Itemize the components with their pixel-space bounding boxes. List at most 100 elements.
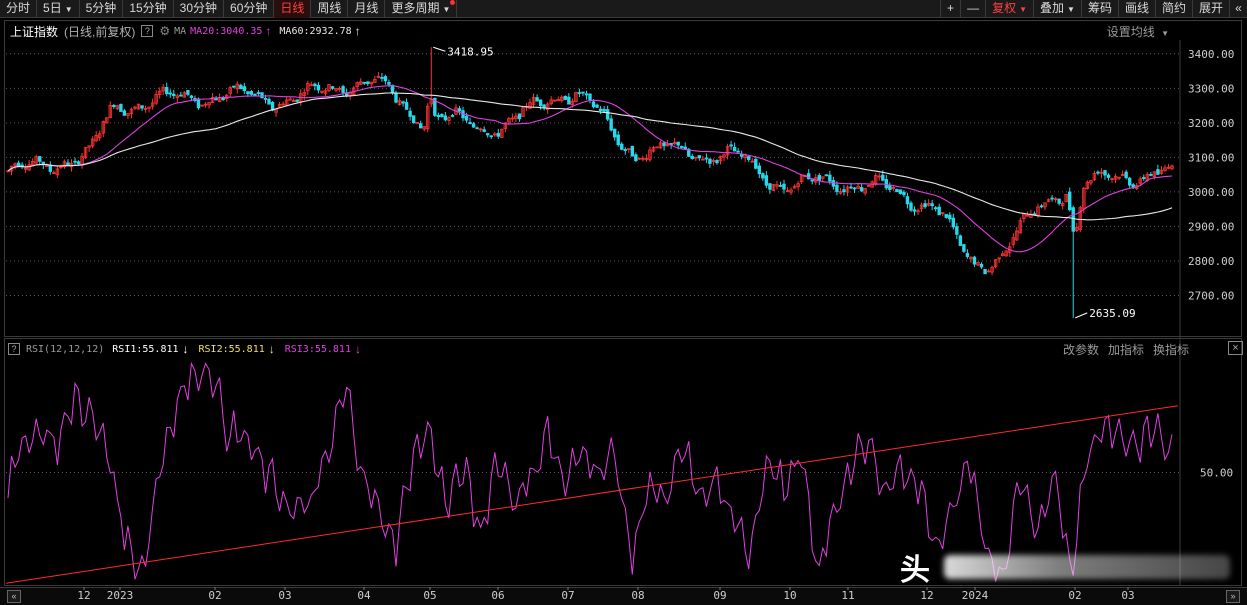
ma60-line <box>7 92 1173 221</box>
chart-canvas: 3400.00 3300.00 3200.00 3100.00 3000.00 2900.… <box>5 40 1234 602</box>
date-tick-label: 06 <box>491 589 504 602</box>
candle-body <box>852 187 857 190</box>
candle-body <box>186 90 190 95</box>
date-tick-label: 04 <box>357 589 371 602</box>
candle-body <box>881 174 885 181</box>
candle-body <box>951 217 956 228</box>
candle-body <box>708 158 712 164</box>
price-tick-label: 2700.00 <box>1188 289 1234 302</box>
candle-body <box>754 158 758 169</box>
candle-body <box>835 184 839 192</box>
help-icon[interactable]: ? <box>8 343 20 355</box>
candle-body <box>239 84 243 90</box>
gear-icon[interactable]: ⚙ <box>159 24 170 38</box>
candle-body <box>581 91 585 94</box>
candle-body <box>605 109 610 120</box>
candle-body <box>380 77 384 79</box>
candle-body <box>1124 171 1128 179</box>
candle-body <box>436 114 441 118</box>
candle-body <box>598 108 603 112</box>
candle-body <box>690 156 694 160</box>
switch-indicator-button[interactable]: 换指标 <box>1153 341 1189 358</box>
date-tick-label: 02 <box>208 589 221 602</box>
candle-body <box>196 98 201 109</box>
candle-body <box>313 83 317 87</box>
candle-body <box>612 128 617 138</box>
date-tick-label: 11 <box>841 589 854 602</box>
candle-body <box>824 174 829 177</box>
candle-body <box>1156 169 1160 175</box>
candle-body <box>1096 171 1100 174</box>
candle-body <box>189 95 194 98</box>
candle-body <box>457 108 462 112</box>
change-params-button[interactable]: 改参数 <box>1063 341 1099 358</box>
candle-body <box>232 85 236 88</box>
candle-body <box>450 115 455 117</box>
indicator-actions: 改参数 加指标 换指标 <box>1063 341 1189 358</box>
candle-body <box>486 133 490 136</box>
help-icon[interactable]: ? <box>141 25 154 37</box>
candle-body <box>888 185 892 190</box>
candle-body <box>270 101 275 111</box>
candle-body <box>482 129 486 132</box>
candle-body <box>849 186 853 189</box>
candle-body <box>965 253 970 258</box>
candle-body <box>972 256 977 265</box>
candle-body <box>732 146 737 152</box>
arrow-down-icon: ↓ <box>354 342 361 356</box>
candle-body <box>468 121 472 125</box>
candle-body <box>119 103 123 112</box>
candle-body <box>517 113 522 120</box>
candle-body <box>172 93 176 96</box>
candle-body <box>616 134 620 146</box>
price-tick-label: 3300.00 <box>1188 82 1234 95</box>
candle-body <box>394 92 398 103</box>
candle-body <box>715 160 719 164</box>
candle-body <box>411 115 416 124</box>
candle-body <box>768 183 772 190</box>
candle-body <box>1106 174 1111 178</box>
candle-body <box>443 115 448 121</box>
candle-body <box>418 123 423 129</box>
candle-body <box>73 160 77 163</box>
candle-body <box>387 82 391 85</box>
candle-body <box>764 175 769 186</box>
candle-body <box>761 173 765 179</box>
date-tick-label: 03 <box>278 589 291 602</box>
date-tick-label: 2024 <box>962 589 989 602</box>
candle-body <box>842 189 846 193</box>
candle-body <box>401 101 405 104</box>
candle-body <box>341 86 345 93</box>
candle-body <box>542 104 546 108</box>
ma60-value: MA60:2932.78 <box>279 25 352 37</box>
candle-body <box>902 191 906 196</box>
candle-body <box>249 91 254 95</box>
candle-body <box>895 189 899 193</box>
candle-body <box>623 149 627 151</box>
candle-body <box>535 97 539 102</box>
candle-body <box>538 99 543 107</box>
close-icon[interactable]: × <box>1228 341 1243 355</box>
date-tick-label: 03 <box>1121 589 1134 602</box>
candle-body <box>958 235 963 246</box>
ma-settings-link[interactable]: 设置均线 ▼ <box>1107 23 1169 40</box>
add-indicator-button[interactable]: 加指标 <box>1108 341 1144 358</box>
candle-body <box>179 94 183 97</box>
candle-body <box>817 175 821 182</box>
candle-body <box>898 189 903 194</box>
candle-body <box>168 92 172 95</box>
candle-body <box>944 214 948 218</box>
candle-body <box>930 203 934 207</box>
candle-body <box>983 269 987 275</box>
candle-body <box>937 206 941 216</box>
candle-body <box>782 183 786 190</box>
candle-body <box>1071 207 1075 232</box>
candle-body <box>567 96 571 105</box>
candle-body <box>408 110 412 117</box>
date-tick-label: 09 <box>713 589 726 602</box>
candle-body <box>778 184 783 187</box>
watermark-blur <box>944 555 1230 579</box>
candle-body <box>1050 197 1054 200</box>
candle-body <box>662 142 666 147</box>
candle-body <box>729 144 733 147</box>
